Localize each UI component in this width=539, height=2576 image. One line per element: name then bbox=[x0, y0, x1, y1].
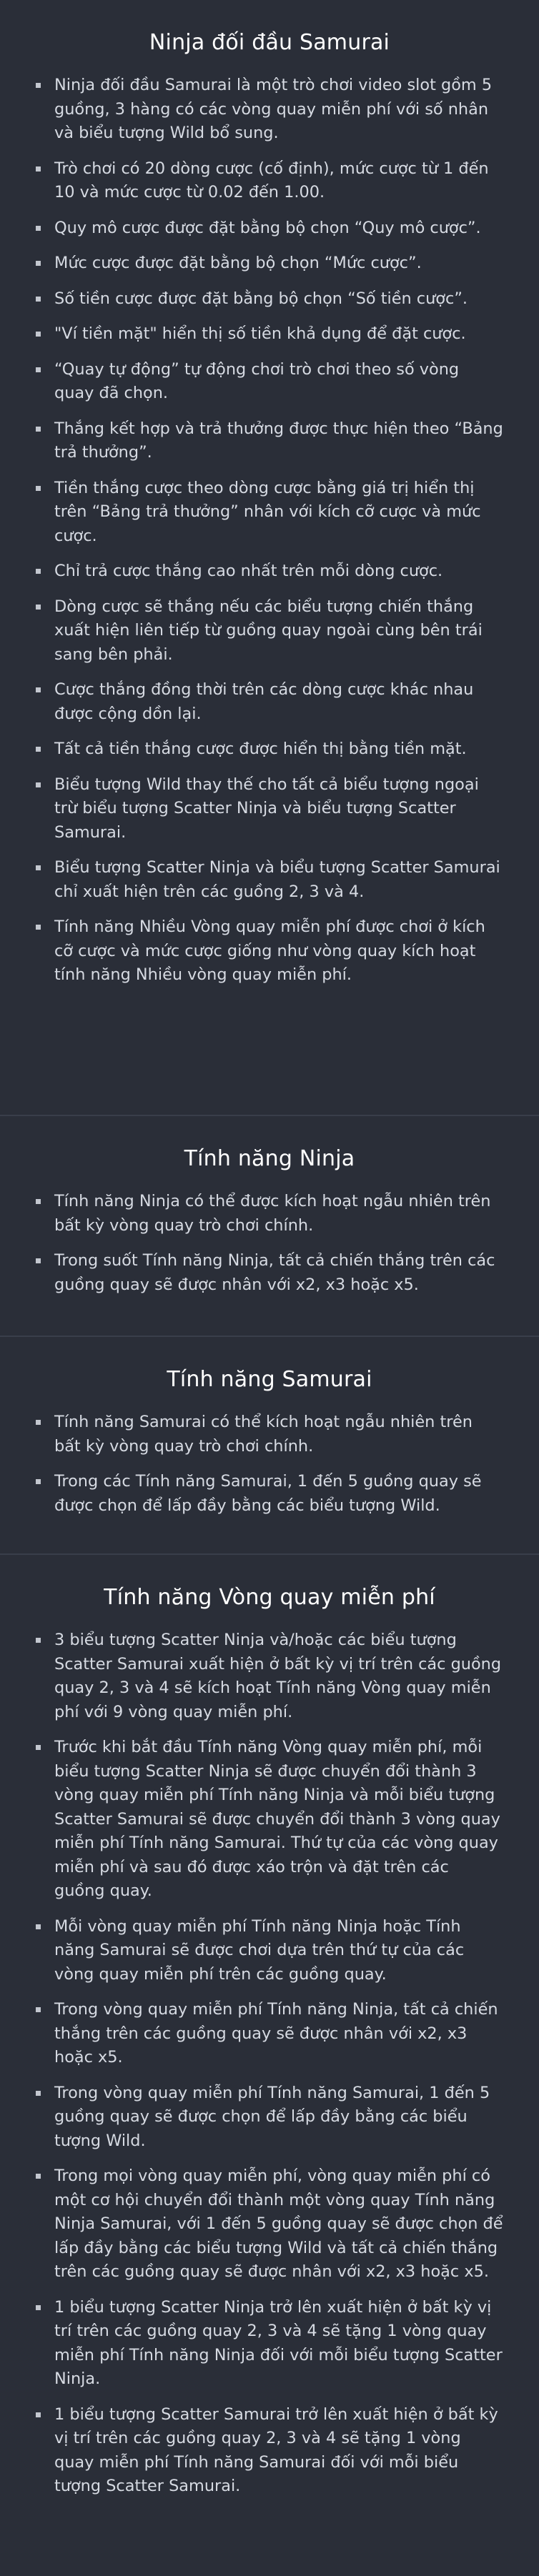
list-item: Tiền thắng cược theo dòng cược bằng giá … bbox=[36, 477, 503, 549]
section-samurai-feature: Tính năng Samurai Tính năng Samurai có t… bbox=[0, 1337, 539, 1553]
list-item: Thắng kết hợp và trả thưởng được thực hi… bbox=[36, 417, 503, 465]
list-item: Biểu tượng Scatter Ninja và biểu tượng S… bbox=[36, 856, 503, 904]
section-title: Tính năng Ninja bbox=[184, 1146, 355, 1171]
game-rules-page: Ninja đối đầu Samurai Ninja đối đầu Samu… bbox=[0, 0, 539, 2573]
list-item: Chỉ trả cược thắng cao nhất trên mỗi dòn… bbox=[36, 560, 503, 584]
list-item: Trước khi bắt đầu Tính năng Vòng quay mi… bbox=[36, 1736, 503, 1904]
list-item: Quy mô cược được đặt bằng bộ chọn “Quy m… bbox=[36, 217, 503, 241]
rules-list: Tính năng Samurai có thể kích hoạt ngẫu … bbox=[0, 1411, 539, 1518]
list-item: Cược thắng đồng thời trên các dòng cược … bbox=[36, 678, 503, 726]
list-item: Tính năng Ninja có thể được kích hoạt ng… bbox=[36, 1190, 503, 1238]
list-item: “Quay tự động” tự động chơi trò chơi the… bbox=[36, 358, 503, 406]
list-item: Trong vòng quay miễn phí Tính năng Samur… bbox=[36, 2082, 503, 2154]
list-item: Ninja đối đầu Samurai là một trò chơi vi… bbox=[36, 74, 503, 146]
list-item: "Ví tiền mặt" hiển thị số tiền khả dụng … bbox=[36, 322, 503, 347]
list-item: 1 biểu tượng Scatter Samurai trở lên xuấ… bbox=[36, 2403, 503, 2499]
list-item: Biểu tượng Wild thay thế cho tất cả biểu… bbox=[36, 773, 503, 845]
list-item: Trong các Tính năng Samurai, 1 đến 5 guồ… bbox=[36, 1470, 503, 1518]
list-item: 3 biểu tượng Scatter Ninja và/hoặc các b… bbox=[36, 1628, 503, 1724]
section-title: Ninja đối đầu Samurai bbox=[149, 30, 390, 55]
list-item: Mức cược được đặt bằng bộ chọn “Mức cược… bbox=[36, 252, 503, 276]
section-ninja-feature: Tính năng Ninja Tính năng Ninja có thể đ… bbox=[0, 1116, 539, 1336]
section-title: Tính năng Vòng quay miễn phí bbox=[104, 1585, 435, 1610]
list-item: Trong mọi vòng quay miễn phí, vòng quay … bbox=[36, 2164, 503, 2284]
rules-list: Tính năng Ninja có thể được kích hoạt ng… bbox=[0, 1190, 539, 1297]
list-item: Tính năng Samurai có thể kích hoạt ngẫu … bbox=[36, 1411, 503, 1458]
list-item: Trong vòng quay miễn phí Tính năng Ninja… bbox=[36, 1998, 503, 2070]
list-item: Số tiền cược được đặt bằng bộ chọn “Số t… bbox=[36, 287, 503, 312]
rules-list: Ninja đối đầu Samurai là một trò chơi vi… bbox=[0, 74, 539, 988]
section-free-spins-feature: Tính năng Vòng quay miễn phí 3 biểu tượn… bbox=[0, 1555, 539, 2576]
list-item: Mỗi vòng quay miễn phí Tính năng Ninja h… bbox=[36, 1915, 503, 1987]
section-title: Tính năng Samurai bbox=[167, 1367, 372, 1392]
list-item: Tính năng Nhiều Vòng quay miễn phí được … bbox=[36, 915, 503, 988]
rules-list: 3 biểu tượng Scatter Ninja và/hoặc các b… bbox=[0, 1628, 539, 2499]
list-item: Trò chơi có 20 dòng cược (cố định), mức … bbox=[36, 157, 503, 205]
list-item: Tất cả tiền thắng cược được hiển thị bằn… bbox=[36, 737, 503, 762]
section-overview: Ninja đối đầu Samurai Ninja đối đầu Samu… bbox=[0, 0, 539, 1115]
list-item: 1 biểu tượng Scatter Ninja trở lên xuất … bbox=[36, 2296, 503, 2392]
list-item: Dòng cược sẽ thắng nếu các biểu tượng ch… bbox=[36, 595, 503, 667]
list-item: Trong suốt Tính năng Ninja, tất cả chiến… bbox=[36, 1249, 503, 1297]
